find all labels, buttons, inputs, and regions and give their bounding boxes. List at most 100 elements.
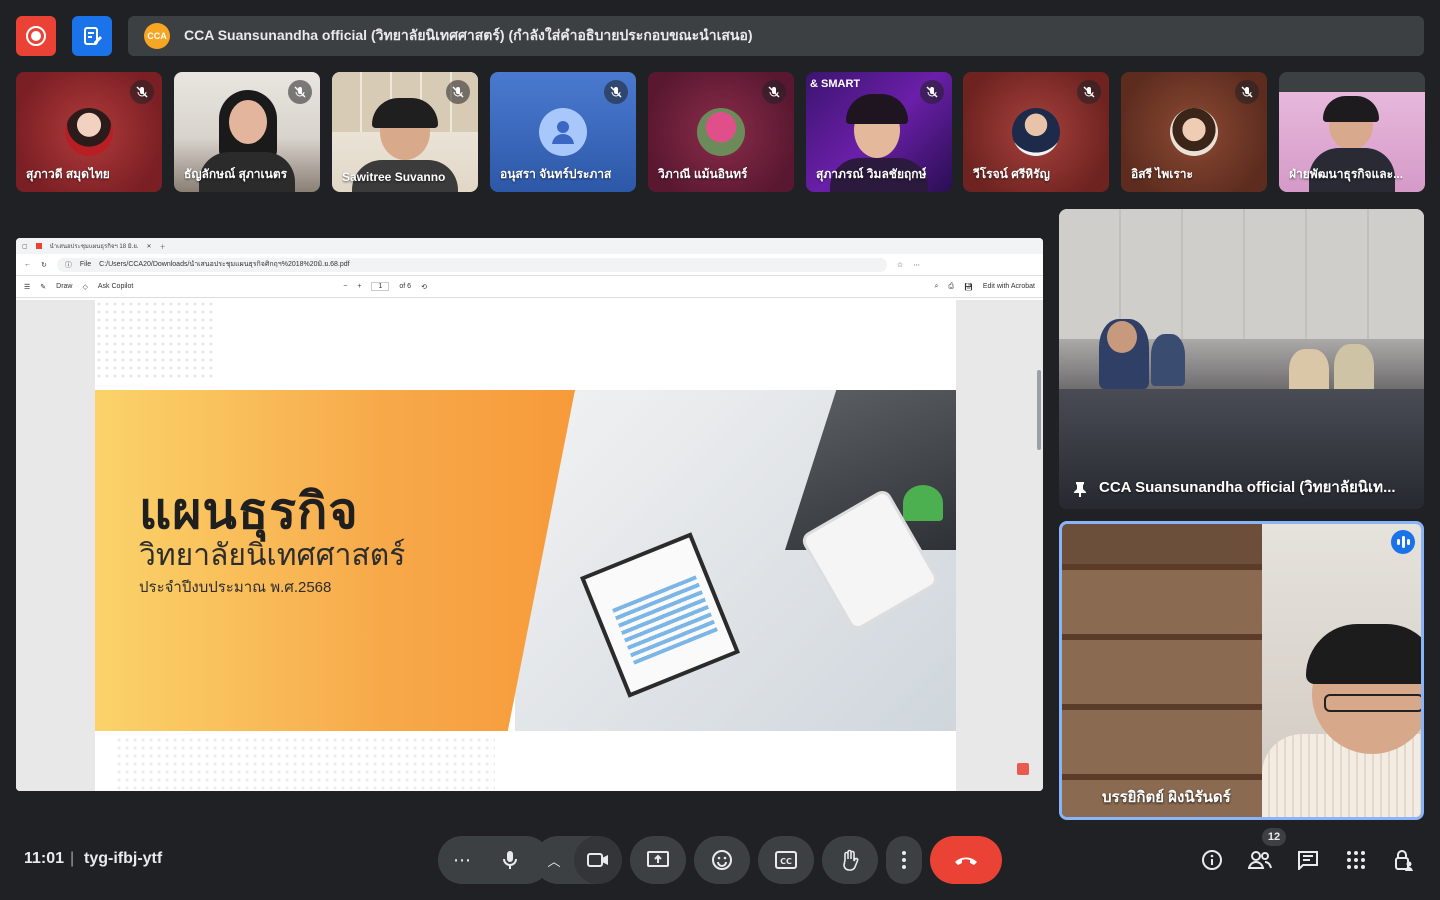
refresh-icon[interactable]: ↻ bbox=[41, 261, 47, 269]
hand-icon bbox=[843, 849, 859, 871]
mic-off-icon bbox=[920, 80, 944, 104]
favorite-icon[interactable]: ☆ bbox=[897, 261, 903, 269]
participant-tile[interactable]: อนุสรา จันทร์ประภาส bbox=[490, 72, 636, 192]
tile-banner-text: & SMART bbox=[810, 78, 861, 90]
presenter-label: CCA Suansunandha official (วิทยาลัยนิเทศ… bbox=[184, 27, 753, 43]
camera-icon bbox=[587, 853, 608, 867]
apps-grid-icon bbox=[1347, 851, 1365, 869]
svg-text:CC: CC bbox=[780, 857, 792, 866]
clock: 11:01 bbox=[24, 850, 65, 867]
participant-name: สุภาภรณ์ วิมลชัยฤกษ์ bbox=[816, 167, 927, 181]
participant-name: ธัญลักษณ์ สุภาเนตร bbox=[184, 167, 288, 181]
participant-tile[interactable]: วีโรจน์ ศรีหิรัญ bbox=[963, 72, 1109, 192]
audio-options-icon[interactable]: ⋯ bbox=[438, 836, 486, 884]
mic-off-icon bbox=[1235, 80, 1259, 104]
print-icon[interactable]: ⎙ bbox=[948, 283, 954, 291]
chevron-up-icon[interactable]: ︿ bbox=[534, 836, 574, 884]
participant-tile[interactable]: สุภาวดี สมุดไทย bbox=[16, 72, 162, 192]
zoom-out-icon[interactable]: − bbox=[343, 283, 347, 290]
notes-icon bbox=[84, 27, 102, 45]
mic-off-icon bbox=[1077, 80, 1101, 104]
camera-button[interactable] bbox=[574, 836, 622, 884]
participant-tile[interactable]: อิสรี ไพเราะ bbox=[1121, 72, 1267, 192]
participant-name: Sawitree Suvanno bbox=[342, 170, 446, 184]
people-icon bbox=[1248, 851, 1272, 869]
participant-name: สุภาวดี สมุดไทย bbox=[26, 167, 110, 181]
presentation-banner: CCA CCA Suansunandha official (วิทยาลัยน… bbox=[128, 16, 1424, 56]
draw-label[interactable]: Draw bbox=[56, 283, 72, 290]
more-options-button[interactable] bbox=[886, 836, 922, 884]
search-icon[interactable]: ⌕ bbox=[934, 283, 938, 291]
mic-off-icon bbox=[288, 80, 312, 104]
scrollbar[interactable] bbox=[1037, 370, 1041, 450]
mic-off-icon bbox=[762, 80, 786, 104]
people-button[interactable] bbox=[1248, 848, 1272, 872]
bottom-control-bar: 11:01 | tyg-ifbj-ytf ⋯ ︿ CC 12 bbox=[0, 820, 1440, 900]
file-label: File bbox=[79, 261, 92, 268]
decorative-dots bbox=[115, 736, 495, 791]
microphone-icon bbox=[503, 851, 517, 869]
save-icon[interactable]: 💾︎ bbox=[964, 283, 973, 291]
reactions-button[interactable] bbox=[694, 836, 750, 884]
acrobat-icon[interactable] bbox=[1017, 763, 1029, 775]
avatar bbox=[1012, 108, 1060, 156]
browser-tab-title[interactable]: นำเสนอประชุมแผนธุรกิจฯ 18 มิ.ย. bbox=[50, 241, 139, 251]
new-tab-icon[interactable]: ＋ bbox=[160, 242, 166, 251]
avatar bbox=[1170, 108, 1218, 156]
erase-icon[interactable]: ◇ bbox=[83, 283, 88, 291]
participant-tile[interactable]: ธัญลักษณ์ สุภาเนตร bbox=[174, 72, 320, 192]
mic-off-icon bbox=[130, 80, 154, 104]
more-icon[interactable]: ⋯ bbox=[913, 261, 920, 269]
pdf-viewer[interactable]: แผนธุรกิจ วิทยาลัยนิเทศศาสตร์ ประจำปีงบป… bbox=[16, 300, 1043, 791]
meeting-code: tyg-ifbj-ytf bbox=[84, 850, 163, 867]
url-field[interactable]: ⓘ File C:/Users/CCA20/Downloads/นำเสนอปร… bbox=[56, 257, 887, 272]
present-button[interactable] bbox=[630, 836, 686, 884]
separator: | bbox=[70, 850, 75, 867]
decorative-dots bbox=[95, 300, 215, 380]
participant-name: บรรยิกิตย์ ผิงนิรันดร์ bbox=[1102, 789, 1231, 806]
speaking-indicator-icon bbox=[1391, 530, 1415, 554]
participant-tile[interactable]: วิภาณี แม้นอินทร์ bbox=[648, 72, 794, 192]
record-button[interactable] bbox=[16, 16, 56, 56]
rotate-icon[interactable]: ⟲ bbox=[421, 283, 427, 291]
microphone-button[interactable] bbox=[486, 836, 534, 884]
present-screen-icon bbox=[647, 851, 669, 867]
back-icon[interactable]: ← bbox=[24, 261, 31, 268]
page-total: of 6 bbox=[399, 283, 412, 290]
participant-tile[interactable]: ฝ่ายพัฒนาธุรกิจและ... bbox=[1279, 72, 1425, 192]
notes-button[interactable] bbox=[72, 16, 112, 56]
avatar bbox=[65, 108, 113, 156]
info-icon bbox=[1202, 850, 1222, 870]
pinned-participant-tile[interactable]: CCA Suansunandha official (วิทยาลัยนิเท.… bbox=[1059, 209, 1424, 509]
chat-icon bbox=[1298, 851, 1318, 870]
more-vert-icon bbox=[902, 851, 906, 869]
participant-name: CCA Suansunandha official (วิทยาลัยนิเท.… bbox=[1099, 479, 1396, 496]
close-tab-icon[interactable]: ✕ bbox=[147, 243, 152, 250]
draw-icon[interactable]: ✎ bbox=[40, 283, 46, 291]
video-face bbox=[229, 100, 267, 144]
active-speaker-tile[interactable]: บรรยิกิตย์ ผิงนิรันดร์ bbox=[1059, 521, 1424, 820]
edit-acrobat-label[interactable]: Edit with Acrobat bbox=[983, 283, 1035, 290]
meeting-info-button[interactable] bbox=[1200, 848, 1224, 872]
contents-icon[interactable]: ☰ bbox=[24, 283, 30, 291]
ask-copilot-label[interactable]: Ask Copilot bbox=[98, 283, 133, 290]
participant-name: ฝ่ายพัฒนาธุรกิจและ... bbox=[1289, 167, 1404, 181]
pdf-tab-icon bbox=[35, 243, 42, 249]
participant-tile[interactable]: & SMART สุภาภรณ์ วิมลชัยฤกษ์ bbox=[806, 72, 952, 192]
mic-off-icon bbox=[604, 80, 628, 104]
slide-heart-plant bbox=[903, 485, 943, 521]
host-controls-button[interactable] bbox=[1392, 848, 1416, 872]
hang-up-icon bbox=[955, 857, 977, 865]
captions-button[interactable]: CC bbox=[758, 836, 814, 884]
screen-share[interactable]: ▢ นำเสนอประชุมแผนธุรกิจฯ 18 มิ.ย. ✕ ＋ ← … bbox=[16, 238, 1043, 791]
captions-icon: CC bbox=[775, 851, 797, 869]
chat-button[interactable] bbox=[1296, 848, 1320, 872]
leave-call-button[interactable] bbox=[930, 836, 1002, 884]
participant-name: วิภาณี แม้นอินทร์ bbox=[658, 167, 748, 181]
page-number-field[interactable]: 1 bbox=[371, 282, 390, 291]
record-icon bbox=[26, 26, 46, 46]
zoom-in-icon[interactable]: + bbox=[357, 283, 361, 290]
participant-tile[interactable]: Sawitree Suvanno bbox=[332, 72, 478, 192]
raise-hand-button[interactable] bbox=[822, 836, 878, 884]
activities-button[interactable] bbox=[1344, 848, 1368, 872]
